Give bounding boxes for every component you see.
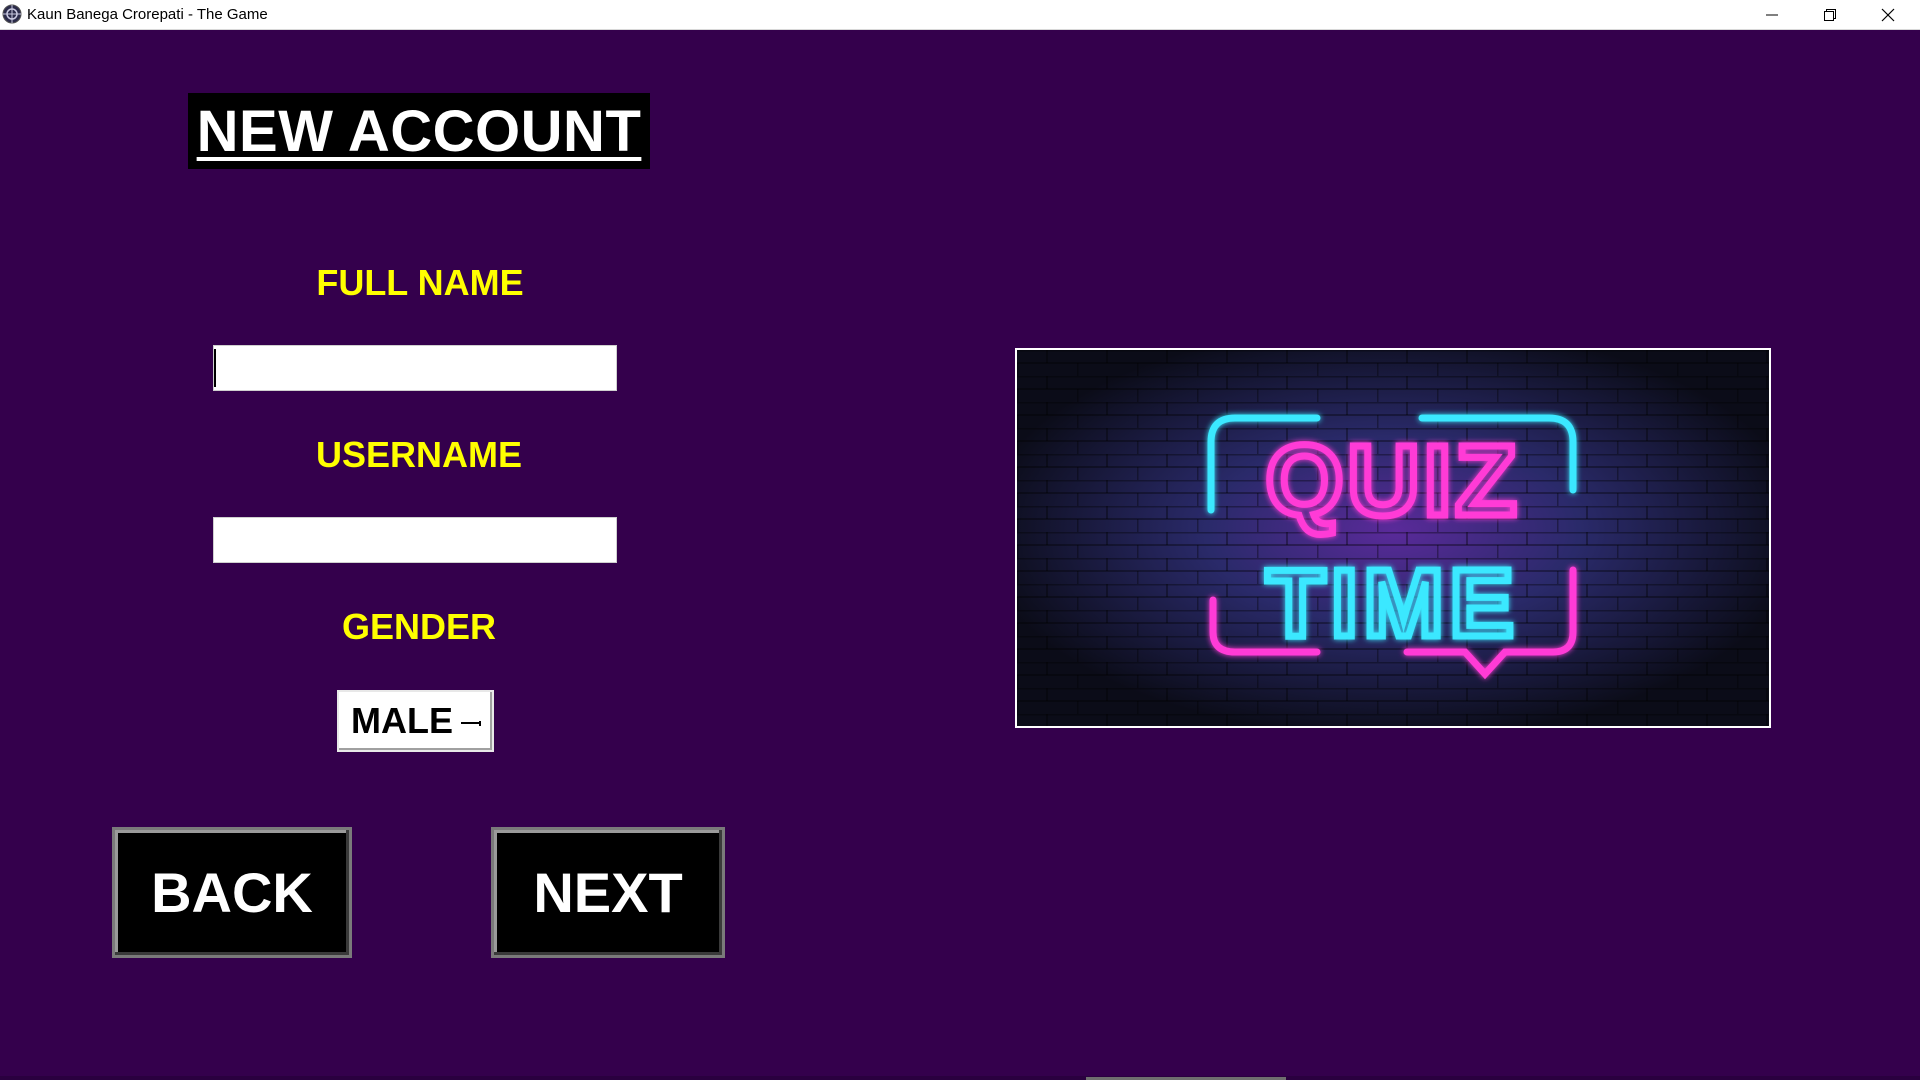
- quiz-time-banner: QUIZ TIME: [1015, 348, 1771, 728]
- window-titlebar: Kaun Banega Crorepati - The Game: [0, 0, 1920, 30]
- dropdown-indicator-icon: [461, 721, 481, 726]
- full-name-input[interactable]: [213, 345, 617, 391]
- page-title: NEW ACCOUNT: [188, 93, 650, 169]
- next-button[interactable]: NEXT: [491, 827, 725, 958]
- gender-dropdown[interactable]: MALE: [337, 690, 494, 752]
- horizontal-scrollbar[interactable]: [0, 1076, 1920, 1080]
- full-name-label: FULL NAME: [316, 262, 524, 303]
- restore-icon: [1824, 9, 1836, 21]
- app-icon: [2, 4, 22, 24]
- banner-line-2: TIME: [1266, 550, 1519, 657]
- gender-selected-value: MALE: [351, 700, 453, 741]
- minimize-button[interactable]: [1743, 0, 1801, 29]
- neon-sign-image: QUIZ TIME: [1017, 350, 1769, 726]
- back-button[interactable]: BACK: [112, 827, 352, 958]
- close-icon: [1881, 8, 1895, 22]
- close-button[interactable]: [1859, 0, 1917, 29]
- window-title: Kaun Banega Crorepati - The Game: [27, 6, 268, 23]
- username-input[interactable]: [213, 517, 617, 563]
- banner-line-1: QUIZ: [1266, 425, 1521, 537]
- text-caret: [214, 349, 216, 387]
- minimize-icon: [1766, 14, 1778, 16]
- restore-button[interactable]: [1801, 0, 1859, 29]
- username-label: USERNAME: [315, 434, 522, 475]
- gender-label: GENDER: [341, 606, 497, 647]
